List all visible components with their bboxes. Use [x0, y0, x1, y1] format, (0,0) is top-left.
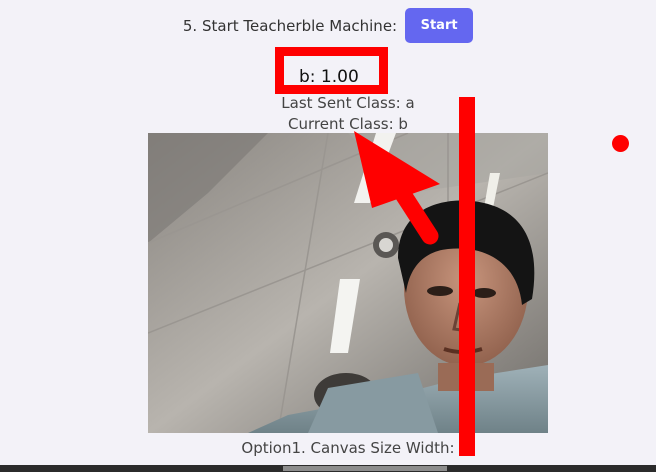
webcam-canvas [148, 133, 548, 433]
step-row: 5. Start Teacherble Machine: Start [0, 8, 656, 43]
red-vertical-bar [459, 97, 475, 456]
prediction-text: b: 1.00 [299, 67, 359, 87]
option-canvas-width-label: Option1. Canvas Size Width: [241, 439, 455, 457]
start-button[interactable]: Start [405, 8, 474, 43]
horizontal-scrollbar[interactable] [0, 465, 656, 472]
red-dot-icon [612, 135, 629, 152]
last-sent-class: Last Sent Class: a [281, 94, 415, 112]
current-class: Current Class: b [288, 115, 408, 133]
prediction-highlight-box: b: 1.00 [275, 47, 388, 94]
step-label: 5. Start Teacherble Machine: [182, 16, 398, 35]
scrollbar-thumb[interactable] [283, 466, 447, 471]
